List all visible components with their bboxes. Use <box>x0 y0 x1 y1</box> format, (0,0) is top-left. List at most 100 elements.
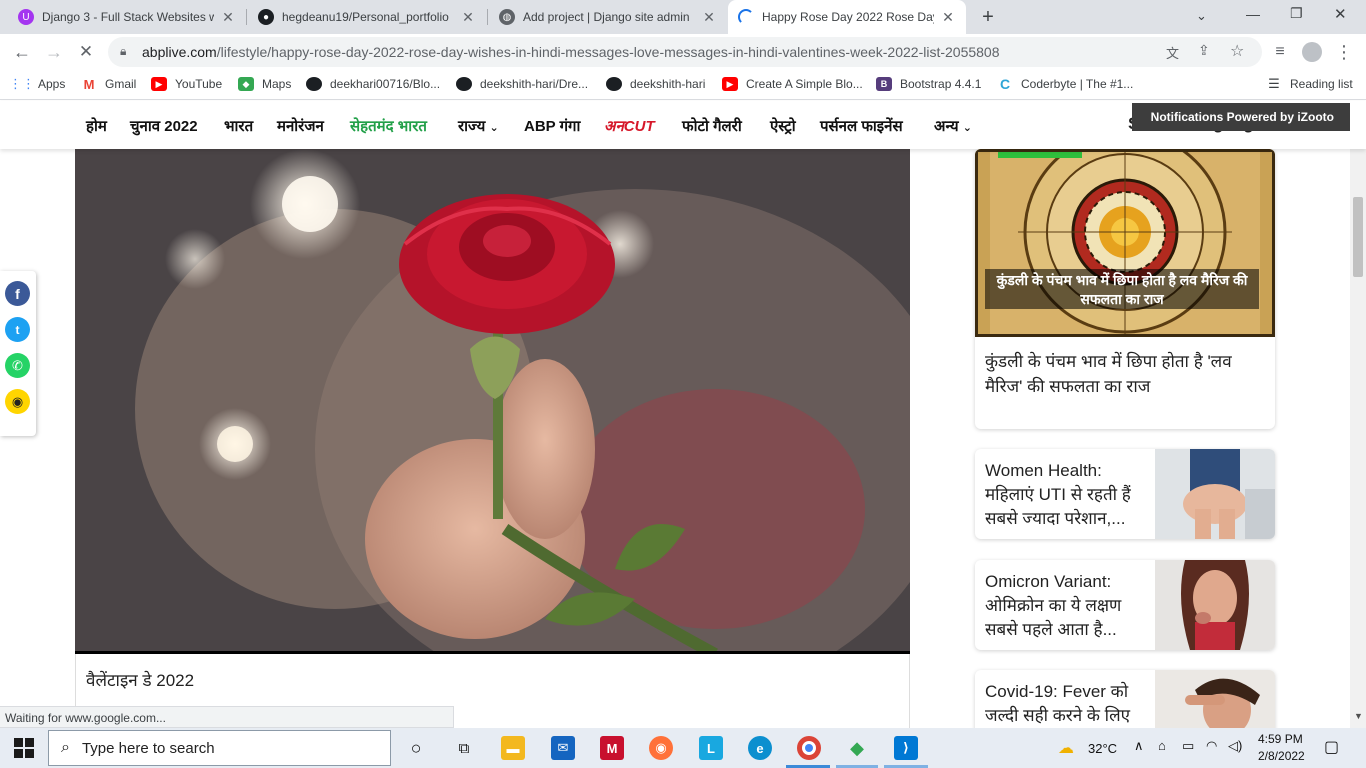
tab-django-admin[interactable]: ◍ Add project | Django site admin ✕ <box>489 0 727 34</box>
close-icon[interactable]: ✕ <box>940 9 956 26</box>
mcafee-icon[interactable]: M <box>600 736 624 760</box>
wifi-icon[interactable]: ◠ <box>1206 738 1217 754</box>
reading-list-button[interactable]: ☰ Reading list <box>1266 76 1353 91</box>
tray-chevron-up-icon[interactable]: ∧ <box>1134 738 1144 754</box>
new-tab-button[interactable]: + <box>977 6 999 28</box>
close-icon[interactable]: ✕ <box>220 9 236 26</box>
github-icon <box>306 77 322 91</box>
bookmark-gmail[interactable]: M Gmail <box>81 76 137 92</box>
scrollbar-thumb[interactable] <box>1353 197 1363 277</box>
forward-arrow-icon[interactable]: → <box>42 40 66 64</box>
nav-photo-gallery[interactable]: फोटो गैलरी <box>682 116 742 136</box>
bookmark-maps[interactable]: ◆ Maps <box>238 77 291 91</box>
task-view-icon[interactable]: ⧉ <box>452 736 476 760</box>
bookmark-coderbyte[interactable]: C Coderbyte | The #1... <box>997 76 1133 92</box>
clock-time[interactable]: 4:59 PM <box>1258 732 1303 746</box>
translate-icon[interactable]: 文 <box>1166 43 1179 62</box>
nav-astro[interactable]: ऐस्ट्रो <box>770 116 796 136</box>
notification-center-icon[interactable]: ▢ <box>1324 737 1339 757</box>
minimize-icon[interactable]: — <box>1246 6 1260 22</box>
chrome-icon[interactable] <box>797 736 821 760</box>
window-close-icon[interactable]: ✕ <box>1334 5 1347 23</box>
facebook-icon[interactable]: f <box>5 281 30 306</box>
weather-icon[interactable]: ☁ <box>1058 738 1074 758</box>
apps-grid-icon: ⋮⋮ <box>9 76 35 91</box>
bookmark-github-profile[interactable]: deekshith-hari <box>606 77 705 91</box>
nav-others-label: अन्य <box>934 118 959 135</box>
vscode-icon[interactable]: ⟩ <box>894 736 918 760</box>
weather-temperature[interactable]: 32°C <box>1088 741 1117 756</box>
tab-search-icon[interactable]: ⌄ <box>1196 8 1207 24</box>
nav-personal-finance[interactable]: पर्सनल फाइनेंस <box>820 116 903 136</box>
close-icon[interactable]: ✕ <box>701 9 717 26</box>
featured-story-card[interactable]: कुंडली के पंचम भाव में छिपा होता है लव म… <box>975 149 1275 429</box>
stop-loading-icon[interactable]: ✕ <box>74 40 98 64</box>
story-card-title[interactable]: Omicron Variant: ओमिक्रोन का ये लक्षण सब… <box>985 570 1145 642</box>
bookmark-bootstrap[interactable]: B Bootstrap 4.4.1 <box>876 77 981 91</box>
tab-rose-day[interactable]: Happy Rose Day 2022 Rose Day W ✕ <box>728 0 966 34</box>
nav-states-label: राज्य <box>458 118 486 135</box>
notification-banner[interactable]: Notifications Powered by iZooto <box>1132 103 1350 131</box>
bookmark-github-dre[interactable]: deekshith-hari/Dre... <box>456 77 588 91</box>
loading-icon <box>738 9 754 25</box>
windows-start-icon[interactable] <box>14 738 34 758</box>
back-arrow-icon[interactable]: ← <box>10 40 34 64</box>
git-icon[interactable]: ◆ <box>845 736 869 760</box>
nav-india[interactable]: भारत <box>224 116 253 136</box>
whatsapp-icon[interactable]: ✆ <box>5 353 30 378</box>
bookmark-star-icon[interactable]: ☆ <box>1230 41 1244 61</box>
lock-icon: 🔒︎ <box>120 44 127 58</box>
youtube-icon: ▶ <box>722 77 738 91</box>
mail-icon[interactable]: ✉ <box>551 736 575 760</box>
menu-kebab-icon[interactable]: ⋮ <box>1332 40 1356 64</box>
scroll-down-arrow-icon[interactable]: ▼ <box>1354 711 1363 721</box>
cortana-icon[interactable]: ○ <box>404 736 428 760</box>
nav-healthy-india[interactable]: सेहतमंद भारत <box>350 116 427 136</box>
twitter-icon[interactable]: t <box>5 317 30 342</box>
gmail-icon: M <box>83 76 95 92</box>
nav-states[interactable]: राज्य ⌄ <box>458 116 499 136</box>
story-card[interactable]: Omicron Variant: ओमिक्रोन का ये लक्षण सब… <box>975 560 1275 650</box>
battery-icon[interactable]: ▭ <box>1182 738 1194 754</box>
media-queue-icon[interactable]: ≡ <box>1268 40 1292 64</box>
address-bar[interactable]: 🔒︎ abplive.com/lifestyle/happy-rose-day-… <box>108 37 1262 67</box>
url-text[interactable]: abplive.com/lifestyle/happy-rose-day-202… <box>142 44 1000 60</box>
story-card[interactable]: Women Health: महिलाएं UTI से रहती हैं सब… <box>975 449 1275 539</box>
close-icon[interactable]: ✕ <box>460 9 476 26</box>
taskbar-search-box[interactable]: ⌕ Type here to search <box>48 730 391 766</box>
nav-abp-ganga[interactable]: ABP गंगा <box>524 116 580 136</box>
github-icon: ● <box>258 9 274 25</box>
tab-django-course[interactable]: U Django 3 - Full Stack Websites w ✕ <box>8 0 246 34</box>
image-caption: वैलेंटाइन डे 2022 <box>86 671 195 690</box>
bookmark-create-blog[interactable]: ▶ Create A Simple Blo... <box>722 77 863 91</box>
clock-date[interactable]: 2/8/2022 <box>1258 749 1305 763</box>
koo-icon[interactable]: ◉ <box>5 389 30 414</box>
lens-app-icon[interactable]: L <box>699 736 723 760</box>
restore-icon[interactable]: ❐ <box>1290 5 1303 22</box>
bookmark-youtube[interactable]: ▶ YouTube <box>151 77 222 91</box>
tab-title: Add project | Django site admin <box>523 10 690 24</box>
nav-others[interactable]: अन्य ⌄ <box>934 116 972 136</box>
featured-story-title[interactable]: कुंडली के पंचम भाव में छिपा होता है 'लव … <box>985 349 1265 399</box>
tab-github-portfolio[interactable]: ● hegdeanu19/Personal_portfolio ✕ <box>248 0 486 34</box>
share-icon[interactable]: ⇪ <box>1198 42 1210 59</box>
story-card[interactable]: Covid-19: Fever को जल्दी सही करने के लिए <box>975 670 1275 728</box>
youtube-icon: ▶ <box>151 77 167 91</box>
edge-icon[interactable]: e <box>748 736 772 760</box>
bookmark-apps[interactable]: ⋮⋮ Apps <box>9 76 65 91</box>
nav-uncut[interactable]: अनCUT <box>604 116 655 136</box>
bookmark-github-blog[interactable]: deekhari00716/Blo... <box>306 77 440 91</box>
nav-home[interactable]: होम <box>86 116 107 136</box>
firefox-icon[interactable]: ◉ <box>649 736 673 760</box>
profile-avatar-icon[interactable] <box>1300 40 1324 64</box>
device-icon[interactable]: ⌂ <box>1158 738 1166 753</box>
nav-entertainment[interactable]: मनोरंजन <box>277 116 324 136</box>
coderbyte-icon: C <box>999 76 1011 92</box>
nav-election[interactable]: चुनाव 2022 <box>130 116 198 136</box>
story-card-title[interactable]: Covid-19: Fever को जल्दी सही करने के लिए <box>985 680 1145 728</box>
volume-icon[interactable]: ◁) <box>1228 738 1242 754</box>
page-scrollbar[interactable]: ▼ <box>1350 101 1366 728</box>
story-card-title[interactable]: Women Health: महिलाएं UTI से रहती हैं सब… <box>985 459 1145 531</box>
bookmark-label: YouTube <box>175 77 223 91</box>
file-explorer-icon[interactable]: ▬ <box>501 736 525 760</box>
